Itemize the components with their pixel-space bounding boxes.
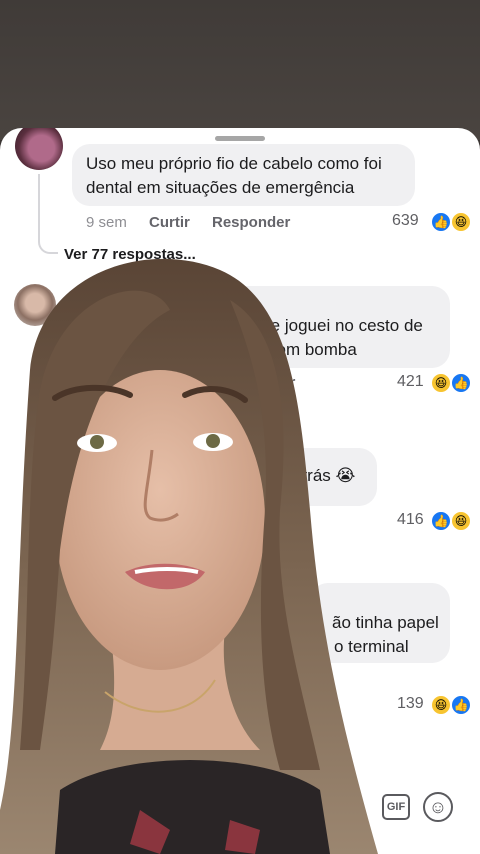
like-reaction-icon: 👍 — [451, 373, 471, 393]
haha-reaction-icon: 😆 — [451, 212, 471, 232]
thread-connector — [38, 174, 58, 254]
comment-time: 9 sem — [86, 214, 127, 231]
reaction-count[interactable]: 139 — [397, 695, 424, 713]
reply-link-label[interactable]: Responder — [212, 214, 290, 231]
comment-bubble: Uso meu próprio fio de cabelo como foi d… — [72, 144, 415, 206]
like-reaction-icon: 👍 — [431, 212, 451, 232]
comment-text-line: dental em situações de emergência — [86, 178, 355, 197]
avatar[interactable] — [15, 128, 63, 170]
gif-button[interactable]: GIF — [382, 794, 410, 820]
sheet-drag-handle[interactable] — [215, 136, 265, 141]
like-link[interactable]: Curtir — [149, 214, 190, 231]
video-background — [0, 0, 480, 140]
reaction-count[interactable]: 639 — [392, 212, 419, 230]
gif-button-label: GIF — [386, 801, 406, 813]
smiley-icon[interactable]: ☺ — [423, 792, 453, 822]
haha-reaction-icon: 😆 — [431, 695, 451, 715]
reply-link[interactable]: Responder — [212, 214, 290, 231]
like-reaction-icon: 👍 — [451, 695, 471, 715]
haha-reaction-icon: 😆 — [451, 511, 471, 531]
like-link-label[interactable]: Curtir — [149, 214, 190, 231]
like-reaction-icon: 👍 — [431, 511, 451, 531]
creator-video-overlay — [0, 258, 378, 854]
haha-reaction-icon: 😆 — [431, 373, 451, 393]
comment-text-line: Uso meu próprio fio de cabelo como foi — [86, 154, 382, 173]
reaction-count[interactable]: 421 — [397, 373, 424, 391]
reaction-count[interactable]: 416 — [397, 511, 424, 529]
